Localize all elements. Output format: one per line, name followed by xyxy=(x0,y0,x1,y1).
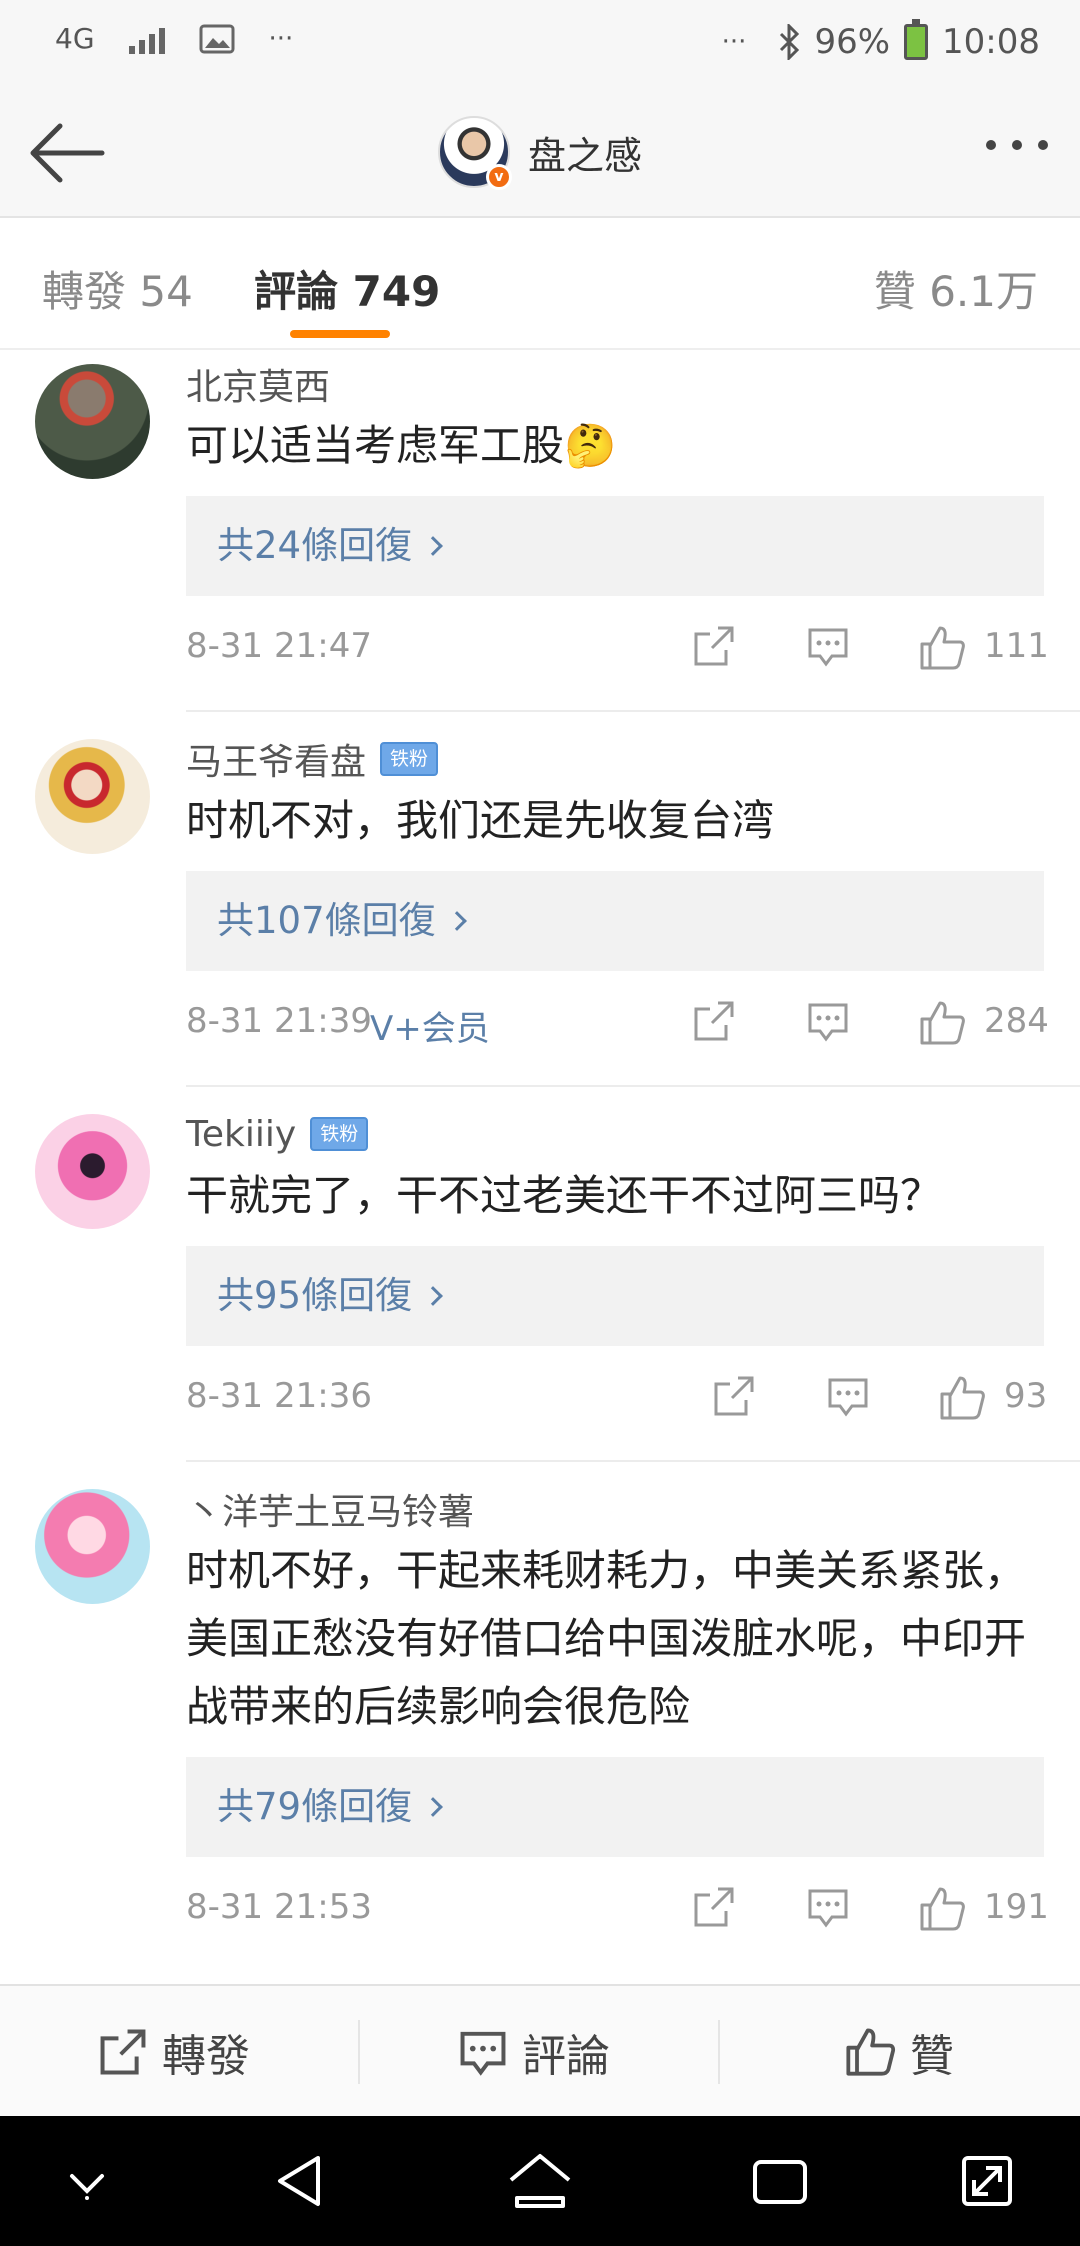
comment-time: 8-31 21:39 xyxy=(186,1001,372,1041)
status-more-dots: ··· xyxy=(268,23,294,54)
commenter-name[interactable]: Tekiiiy xyxy=(186,1114,296,1155)
back-nav-icon[interactable] xyxy=(266,2146,336,2216)
chevron-right-icon xyxy=(423,536,443,556)
commenter-avatar[interactable] xyxy=(35,364,150,479)
share-icon[interactable] xyxy=(712,1374,756,1418)
chevron-right-icon xyxy=(423,1286,443,1306)
like-icon[interactable] xyxy=(918,624,966,672)
vip-member-label[interactable]: V+会员 xyxy=(370,1001,490,1050)
share-icon xyxy=(100,2029,146,2075)
like-count: 284 xyxy=(984,1001,1049,1041)
comment-text: 时机不对，我们还是先收复台湾 xyxy=(186,796,775,845)
active-tab-indicator xyxy=(290,330,390,338)
tab-repost[interactable]: 轉發 54 xyxy=(42,258,193,319)
author-name[interactable]: 盘之感 xyxy=(528,125,642,180)
author-info[interactable]: v 盘之感 xyxy=(438,116,642,190)
comment-icon xyxy=(460,2031,506,2076)
like-count: 93 xyxy=(1004,1376,1048,1416)
status-more-dots-right: ··· xyxy=(721,27,747,57)
tab-comments[interactable]: 評論 749 xyxy=(254,258,440,319)
system-nav-bar xyxy=(0,2116,1080,2246)
back-button[interactable] xyxy=(28,118,108,188)
repost-label: 轉發 xyxy=(162,2031,250,2082)
comment-icon[interactable] xyxy=(806,999,850,1043)
share-icon[interactable] xyxy=(692,624,736,668)
verified-icon: v xyxy=(486,164,512,190)
bluetooth-icon xyxy=(780,24,800,60)
tab-likes[interactable]: 贊 6.1万 xyxy=(874,258,1038,319)
commenter-avatar[interactable] xyxy=(35,1114,150,1229)
signal-icon xyxy=(128,24,165,54)
like-count: 191 xyxy=(984,1887,1049,1927)
recent-apps-icon[interactable] xyxy=(745,2146,815,2216)
commenter-name[interactable]: 北京莫西 xyxy=(186,358,330,410)
commenter-avatar[interactable] xyxy=(35,1489,150,1604)
author-avatar[interactable]: v xyxy=(438,116,512,190)
expand-icon[interactable] xyxy=(952,2146,1022,2216)
home-nav-icon[interactable] xyxy=(505,2146,575,2216)
bottom-action-bar: 轉發 評論 贊 xyxy=(0,1984,1080,2116)
network-type: 4G xyxy=(55,22,95,55)
view-replies-link[interactable]: 共79條回復 xyxy=(186,1757,1044,1857)
back-arrow-icon xyxy=(30,123,105,183)
top-nav-bar: v 盘之感 xyxy=(0,90,1080,218)
chevron-right-icon xyxy=(423,1797,443,1817)
replies-count: 共95條回復 xyxy=(217,1274,413,1317)
like-button[interactable]: 贊 xyxy=(844,1986,954,2118)
replies-count: 共107條回復 xyxy=(217,899,436,942)
commenter-avatar[interactable] xyxy=(35,739,150,854)
status-bar: 4G ··· ··· 96% 10:08 xyxy=(0,0,1080,90)
comment-list[interactable]: 北京莫西 可以适当考虑军工股🤔 共24條回復 8-31 21:47 111 马王… xyxy=(0,350,1080,1984)
repost-button[interactable]: 轉發 xyxy=(98,1986,250,2118)
commenter-name[interactable]: 马王爷看盘 xyxy=(186,733,366,785)
view-replies-link[interactable]: 共24條回復 xyxy=(186,496,1044,596)
battery-percent: 96% xyxy=(814,22,891,62)
like-icon[interactable] xyxy=(918,1885,966,1933)
comment-time: 8-31 21:36 xyxy=(186,1376,372,1416)
like-icon xyxy=(846,2028,896,2076)
comment-icon[interactable] xyxy=(806,1885,850,1929)
comment-icon[interactable] xyxy=(826,1374,870,1418)
comment-icon[interactable] xyxy=(806,624,850,668)
comment-text: 可以适当考虑军工股🤔 xyxy=(186,421,617,470)
comment-time: 8-31 21:47 xyxy=(186,626,372,666)
like-label: 贊 xyxy=(910,2031,954,2082)
image-icon xyxy=(199,24,235,53)
commenter-name[interactable]: 丶洋芋土豆马铃薯 xyxy=(186,1483,474,1535)
fan-badge: 铁粉 xyxy=(380,742,439,776)
share-icon[interactable] xyxy=(692,999,736,1043)
fan-badge: 铁粉 xyxy=(310,1117,369,1151)
like-icon[interactable] xyxy=(938,1374,986,1422)
like-count: 111 xyxy=(984,626,1049,666)
view-replies-link[interactable]: 共95條回復 xyxy=(186,1246,1044,1346)
replies-count: 共79條回復 xyxy=(217,1785,413,1828)
comment-time: 8-31 21:53 xyxy=(186,1887,372,1927)
hide-keyboard-icon[interactable] xyxy=(52,2146,122,2216)
tab-bar: 轉發 54 評論 749 贊 6.1万 xyxy=(0,218,1080,350)
comment-text: 干就完了，干不过老美还干不过阿三吗？ xyxy=(186,1171,943,1220)
share-icon[interactable] xyxy=(692,1885,736,1929)
battery-icon xyxy=(904,19,929,60)
view-replies-link[interactable]: 共107條回復 xyxy=(186,871,1044,971)
chevron-right-icon xyxy=(446,911,467,931)
comment-button[interactable]: 評論 xyxy=(458,1986,610,2118)
replies-count: 共24條回復 xyxy=(217,524,413,567)
comment-text: 时机不好，干起来耗财耗力，中美关系紧张，美国正愁没有好借口给中国泼脏水呢，中印开… xyxy=(186,1546,1027,1731)
comment-label: 評論 xyxy=(522,2031,610,2082)
like-icon[interactable] xyxy=(918,999,966,1047)
clock: 10:08 xyxy=(942,22,1040,62)
more-options-button[interactable] xyxy=(986,140,1048,150)
